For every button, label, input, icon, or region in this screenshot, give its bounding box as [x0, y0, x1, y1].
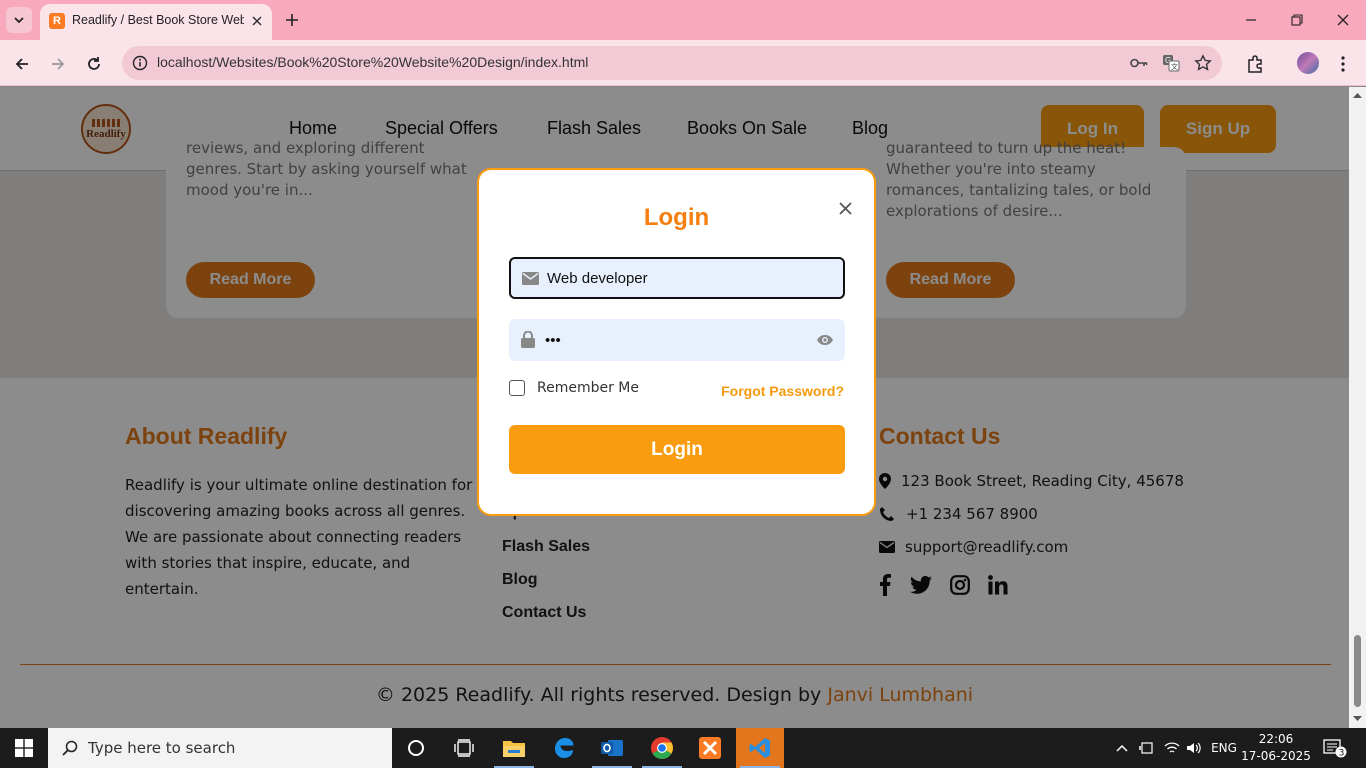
- modal-title: Login: [643, 204, 710, 231]
- edge-icon[interactable]: [540, 728, 588, 768]
- taskbar-search[interactable]: Type here to search: [48, 728, 392, 768]
- chrome-icon[interactable]: [638, 728, 686, 768]
- scroll-thumb[interactable]: [1354, 635, 1361, 707]
- cortana-icon[interactable]: [392, 728, 440, 768]
- remember-checkbox[interactable]: [509, 380, 525, 396]
- envelope-icon: [521, 269, 539, 287]
- xampp-icon[interactable]: [686, 728, 734, 768]
- extensions-icon[interactable]: [1243, 52, 1267, 76]
- scroll-down-icon[interactable]: [1353, 714, 1362, 723]
- reload-icon[interactable]: [82, 52, 106, 76]
- vscode-icon[interactable]: [736, 728, 784, 768]
- close-icon[interactable]: [835, 198, 855, 218]
- menu-dots-icon[interactable]: [1331, 52, 1355, 76]
- close-window-icon[interactable]: [1328, 8, 1358, 32]
- notification-icon[interactable]: 3: [1320, 728, 1350, 768]
- minimize-icon[interactable]: [1236, 8, 1266, 32]
- site-info-icon[interactable]: [130, 53, 150, 73]
- back-icon[interactable]: [10, 52, 34, 76]
- profile-avatar[interactable]: [1297, 52, 1319, 74]
- remember-label: Remember Me: [537, 380, 639, 396]
- bookmark-star-icon[interactable]: [1193, 53, 1213, 73]
- battery-icon[interactable]: [1137, 728, 1157, 768]
- scroll-up-icon[interactable]: [1353, 90, 1362, 99]
- password-key-icon[interactable]: [1129, 53, 1149, 73]
- taskbar: Type here to search ENG 22:06 17-06-2025: [0, 728, 1366, 768]
- lock-icon: [519, 330, 537, 348]
- remember-me[interactable]: Remember Me: [509, 380, 639, 396]
- volume-icon[interactable]: [1184, 728, 1204, 768]
- clock-time: 22:06: [1258, 732, 1294, 746]
- browser-toolbar: localhost/Websites/Book%20Store%20Websit…: [0, 40, 1366, 86]
- file-explorer-icon[interactable]: [490, 728, 538, 768]
- tab-strip: R Readlify / Best Book Store Website: [0, 0, 1366, 40]
- tab-title: Readlify / Best Book Store Website: [72, 13, 244, 27]
- restore-icon[interactable]: [1282, 8, 1312, 32]
- url-text: localhost/Websites/Book%20Store%20Websit…: [157, 54, 589, 70]
- clock-date: 17-06-2025: [1241, 749, 1311, 763]
- forward-icon[interactable]: [46, 52, 70, 76]
- search-icon: [60, 738, 80, 758]
- page-scrollbar[interactable]: [1349, 87, 1366, 728]
- address-bar[interactable]: localhost/Websites/Book%20Store%20Websit…: [122, 46, 1222, 80]
- tab-close-icon[interactable]: [248, 12, 266, 30]
- chevron-up-icon[interactable]: [1112, 728, 1132, 768]
- tab-search-button[interactable]: [6, 7, 32, 33]
- login-submit-button[interactable]: Login: [509, 425, 845, 474]
- email-field[interactable]: [509, 257, 845, 299]
- password-field[interactable]: [509, 319, 845, 361]
- forgot-password-link[interactable]: Forgot Password?: [721, 383, 844, 399]
- login-modal: Login Remember Me Forgot Password? Login: [477, 168, 876, 516]
- outlook-icon[interactable]: [588, 728, 636, 768]
- clock[interactable]: 22:06 17-06-2025: [1236, 731, 1316, 765]
- chevron-down-icon: [14, 17, 24, 24]
- wifi-icon[interactable]: [1162, 728, 1182, 768]
- new-tab-icon[interactable]: [282, 10, 302, 30]
- svg-text:文: 文: [1171, 62, 1178, 71]
- password-input[interactable]: [545, 319, 805, 361]
- favicon-icon: R: [49, 13, 65, 29]
- windows-start-icon[interactable]: [0, 728, 48, 768]
- browser-tab[interactable]: R Readlify / Best Book Store Website: [40, 4, 272, 40]
- translate-icon[interactable]: G文: [1161, 53, 1181, 73]
- eye-icon[interactable]: [815, 330, 835, 350]
- email-input[interactable]: [547, 259, 807, 297]
- notification-count: 3: [1339, 748, 1345, 758]
- task-view-icon[interactable]: [440, 728, 488, 768]
- search-placeholder: Type here to search: [88, 739, 236, 757]
